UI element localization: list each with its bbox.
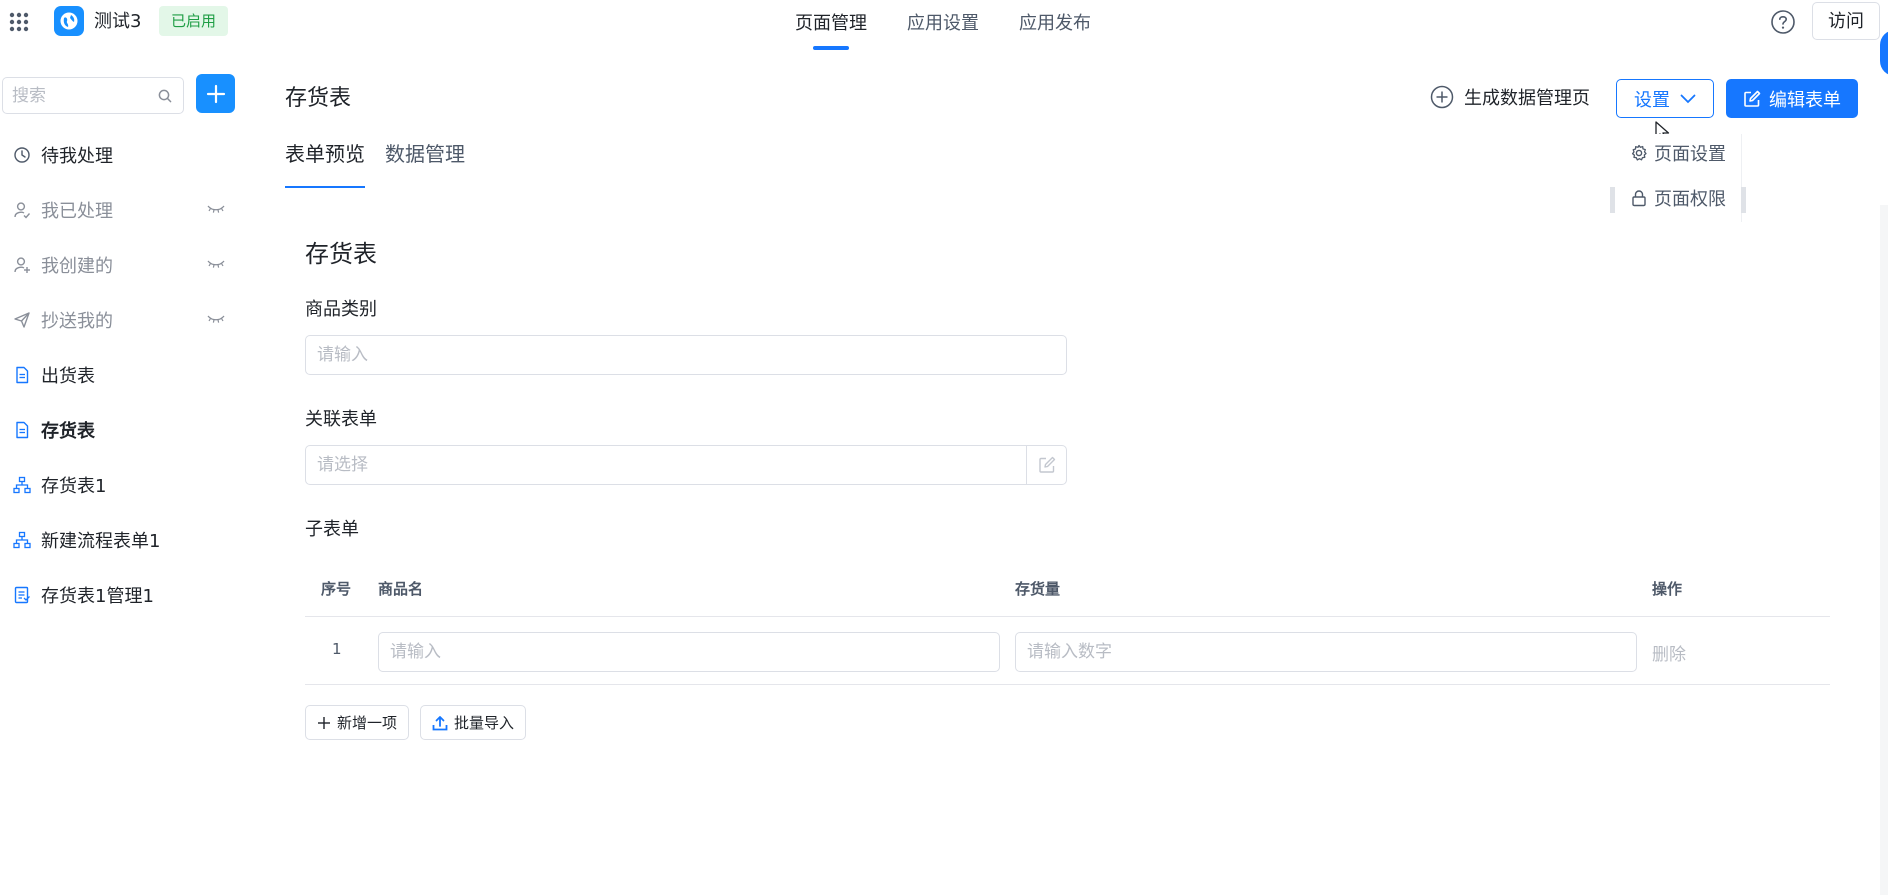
generate-data-page-label: 生成数据管理页: [1464, 88, 1590, 109]
upload-icon: [432, 715, 448, 730]
column-header-index: 序号: [321, 580, 352, 598]
sidebar-search-box: [2, 77, 184, 114]
edit-form-label: 编辑表单: [1769, 89, 1841, 110]
workflow-icon: [13, 476, 31, 493]
form-title: 存货表: [305, 240, 377, 268]
linked-form-label: 关联表单: [305, 409, 377, 430]
tab-data-management[interactable]: 数据管理: [385, 138, 465, 188]
sidebar-item-created[interactable]: 我创建的: [0, 237, 248, 292]
settings-label: 设置: [1634, 89, 1670, 111]
sidebar-item-inventory-management[interactable]: 存货表1管理1: [0, 567, 248, 622]
add-page-button[interactable]: [196, 74, 235, 113]
edit-icon: [1038, 456, 1055, 473]
category-input[interactable]: [305, 335, 1067, 375]
subform-label: 子表单: [305, 519, 359, 540]
sidebar-item-label: 出货表: [41, 365, 95, 387]
gear-icon: [1631, 144, 1647, 161]
search-input[interactable]: [3, 78, 143, 113]
status-badge: 已启用: [159, 6, 229, 36]
delete-row-button[interactable]: 删除: [1652, 640, 1686, 665]
settings-dropdown-button[interactable]: 设置: [1616, 79, 1714, 118]
eye-off-icon[interactable]: [207, 257, 225, 271]
sidebar-item-inventory-1[interactable]: 存货表1: [0, 457, 248, 512]
table-row: 1 删除: [305, 617, 1830, 685]
sidebar-item-label: 存货表1管理1: [41, 585, 154, 607]
floating-assistant-button[interactable]: [1880, 30, 1888, 76]
dropdown-item-page-permissions[interactable]: 页面权限: [1630, 185, 1726, 211]
top-bar: 测试3 已启用 页面管理 应用设置 应用发布 访问: [0, 0, 1888, 76]
stock-quantity-input[interactable]: [1015, 632, 1637, 672]
document-icon: [16, 366, 29, 383]
row-index: 1: [332, 640, 342, 658]
vertical-scrollbar[interactable]: [1880, 205, 1888, 895]
dropdown-edge-shadow: [1610, 187, 1615, 213]
column-header-stock: 存货量: [1015, 580, 1061, 598]
eye-off-icon[interactable]: [207, 202, 225, 216]
product-name-input[interactable]: [378, 632, 1000, 672]
sidebar-item-cc[interactable]: 抄送我的: [0, 292, 248, 347]
tab-app-settings[interactable]: 应用设置: [907, 0, 979, 48]
app-grid-icon[interactable]: [8, 11, 30, 33]
report-icon: [14, 586, 30, 603]
linked-form-select-button[interactable]: [1026, 446, 1066, 484]
sidebar-item-processed[interactable]: 我已处理: [0, 182, 248, 237]
dropdown-edge-shadow: [1741, 187, 1746, 213]
column-header-action: 操作: [1652, 580, 1683, 598]
plus-circle-icon: [1430, 85, 1454, 109]
sidebar-item-label: 存货表: [41, 420, 95, 442]
sidebar-item-label: 抄送我的: [41, 310, 113, 332]
document-icon: [16, 421, 29, 438]
batch-import-label: 批量导入: [454, 714, 515, 732]
page-title: 存货表: [285, 86, 352, 111]
sidebar-item-pending[interactable]: 待我处理: [0, 127, 248, 182]
tab-page-management[interactable]: 页面管理: [795, 0, 867, 50]
dropdown-item-label: 页面权限: [1654, 189, 1726, 210]
user-add-icon: [14, 256, 30, 273]
linked-form-input[interactable]: [306, 446, 1026, 484]
app-name: 测试3: [94, 11, 142, 32]
lock-icon: [1632, 190, 1646, 207]
category-label: 商品类别: [305, 299, 377, 320]
sidebar-item-label: 存货表1: [41, 475, 107, 497]
sidebar-item-label: 我创建的: [41, 255, 113, 277]
dropdown-item-page-settings[interactable]: 页面设置: [1630, 140, 1726, 166]
batch-import-button[interactable]: 批量导入: [420, 705, 527, 740]
edit-icon: [1744, 90, 1761, 107]
sidebar-item-inventory-form[interactable]: 存货表: [0, 402, 248, 457]
user-check-icon: [14, 201, 31, 219]
column-header-name: 商品名: [378, 580, 424, 598]
settings-dropdown-menu: 页面设置 页面权限: [1618, 134, 1742, 222]
generate-data-page-button[interactable]: 生成数据管理页: [1430, 84, 1590, 110]
sidebar-nav: 待我处理 我已处理 我创建的 抄送我的 出货表 存货表 存货表1 新建流程表单1…: [0, 127, 248, 622]
send-icon: [14, 311, 30, 328]
sidebar-item-label: 待我处理: [41, 145, 113, 167]
help-icon[interactable]: [1770, 9, 1796, 35]
clock-icon: [14, 146, 30, 163]
app-logo-icon: [54, 6, 84, 36]
dropdown-item-label: 页面设置: [1654, 144, 1726, 165]
chevron-down-icon: [1680, 94, 1696, 103]
visit-button[interactable]: 访问: [1812, 2, 1880, 40]
edit-form-button[interactable]: 编辑表单: [1726, 79, 1858, 118]
workflow-icon: [13, 531, 31, 548]
form-sub-tabs: 表单预览 数据管理: [285, 138, 465, 188]
sidebar-item-label: 新建流程表单1: [41, 530, 161, 552]
table-header-row: 序号 商品名 存货量 操作: [305, 560, 1830, 617]
add-row-label: 新增一项: [337, 714, 398, 732]
sidebar-item-new-workflow[interactable]: 新建流程表单1: [0, 512, 248, 567]
tab-app-publish[interactable]: 应用发布: [1019, 0, 1091, 48]
tab-form-preview[interactable]: 表单预览: [285, 138, 365, 188]
add-row-button[interactable]: 新增一项: [305, 705, 410, 740]
linked-form-field: [305, 445, 1067, 485]
search-icon[interactable]: [157, 88, 173, 104]
sidebar-item-shipment-form[interactable]: 出货表: [0, 347, 248, 402]
top-nav-tabs: 页面管理 应用设置 应用发布: [795, 0, 1091, 50]
plus-icon: [206, 84, 225, 103]
eye-off-icon[interactable]: [207, 312, 225, 326]
sidebar-item-label: 我已处理: [41, 200, 113, 222]
plus-icon: [318, 716, 330, 729]
